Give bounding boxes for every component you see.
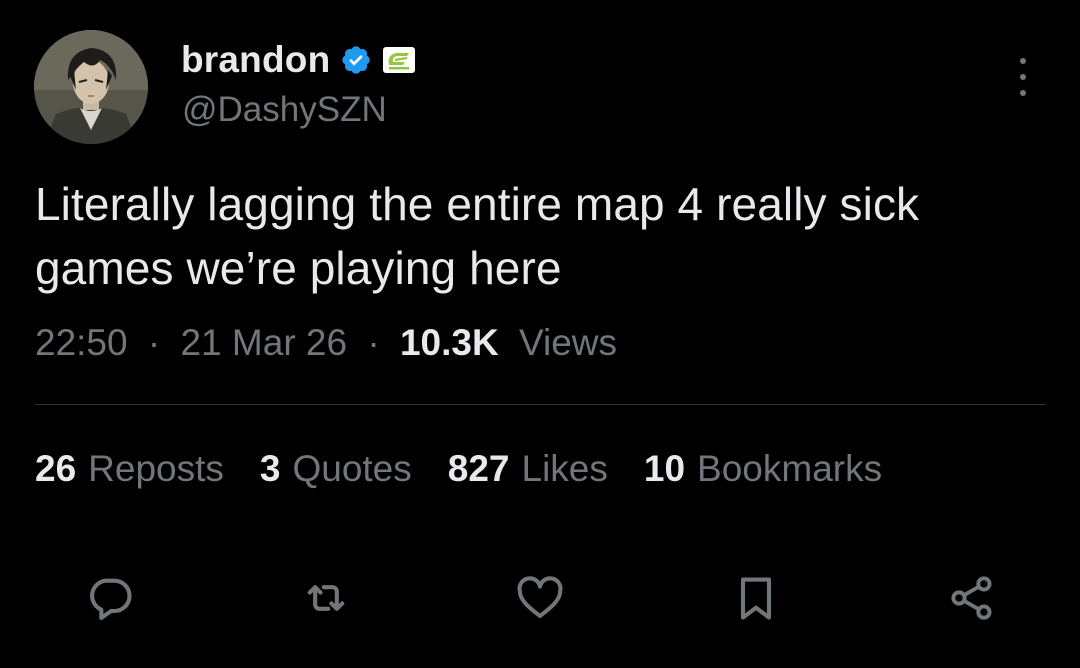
tweet-time[interactable]: 22:50 [35,322,128,363]
tweet-date[interactable]: 21 Mar 26 [180,322,347,363]
reply-icon [90,578,132,620]
likes-count: 827 [447,448,510,489]
bookmarks-count: 10 [643,448,686,489]
verified-badge-icon[interactable] [340,44,372,76]
tweet-meta: 22:50 · 21 Mar 26 · 10.3K Views [35,322,617,364]
engagement-stats: 26 Reposts 3 Quotes 827 Likes 10 Bookmarks [35,448,882,490]
heart-icon [517,576,563,619]
bookmark-button[interactable] [728,570,784,626]
more-options-icon[interactable] [1008,58,1038,96]
quotes-label: Quotes [292,448,412,489]
bookmark-icon [740,577,772,620]
share-button[interactable] [944,570,1000,626]
more-dot [1020,74,1026,80]
quotes-count: 3 [259,448,281,489]
more-dot [1020,90,1026,96]
views-count[interactable]: 10.3K [400,322,499,363]
bookmarks-stat[interactable]: 10 Bookmarks [644,448,882,490]
repost-icon [307,585,345,611]
meta-separator: · [147,322,161,363]
avatar[interactable] [34,30,148,144]
reposts-label: Reposts [88,448,224,489]
more-dot [1020,58,1026,64]
display-name[interactable]: brandon [181,39,330,81]
author-name-row: brandon [181,38,416,82]
divider [35,404,1046,405]
reposts-stat[interactable]: 26 Reposts [35,448,224,490]
share-icon [951,576,992,620]
tweet-detail: brandon @DashySZN Literally lagging the … [0,0,1080,668]
bookmarks-label: Bookmarks [697,448,883,489]
tweet-text: Literally lagging the entire map 4 reall… [35,178,920,294]
optic-gaming-logo-icon[interactable] [382,46,416,74]
views-label: Views [518,322,618,363]
repost-button[interactable] [298,570,354,626]
reposts-count: 26 [35,448,77,489]
likes-stat[interactable]: 827 Likes [448,448,608,490]
author-handle[interactable]: @DashySZN [182,90,387,130]
avatar-image [34,30,148,144]
likes-label: Likes [521,448,608,489]
quotes-stat[interactable]: 3 Quotes [260,448,412,490]
like-button[interactable] [512,570,568,626]
meta-separator: · [367,322,380,363]
reply-button[interactable] [82,570,138,626]
